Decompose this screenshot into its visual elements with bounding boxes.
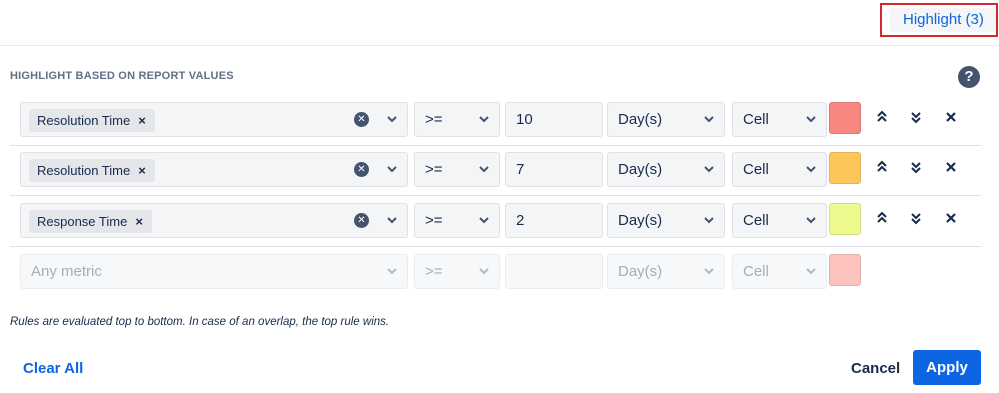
chevron-down-icon [805, 213, 817, 227]
value-text: 2 [516, 212, 525, 229]
unit-select[interactable]: Day(s) [607, 203, 725, 238]
unit-select[interactable]: Day(s) [607, 152, 725, 187]
metric-chip: Response Time × [29, 210, 152, 233]
highlight-tab[interactable]: Highlight (3) [880, 3, 998, 37]
metric-chip-label: Resolution Time [37, 113, 131, 128]
chevron-down-icon [703, 162, 715, 176]
operator-select[interactable]: >= [414, 152, 500, 187]
operator-value: >= [425, 161, 443, 178]
move-down-icon[interactable] [908, 208, 924, 228]
new-value-input [505, 254, 603, 289]
remove-chip-icon[interactable]: × [135, 210, 143, 233]
value-text: 7 [516, 161, 525, 178]
chevron-down-icon [478, 213, 490, 227]
chevron-down-icon [478, 162, 490, 176]
scope-value: Cell [743, 212, 769, 229]
move-up-icon[interactable] [874, 208, 890, 228]
metric-chip-label: Resolution Time [37, 163, 131, 178]
metric-select[interactable]: Response Time × ✕ [20, 203, 408, 238]
color-swatch[interactable] [829, 203, 861, 235]
clear-icon[interactable]: ✕ [354, 162, 369, 177]
delete-rule-icon[interactable] [943, 157, 959, 177]
scope-value: Cell [743, 111, 769, 128]
scope-value: Cell [743, 161, 769, 178]
chevron-down-icon [478, 264, 490, 278]
question-circle-icon[interactable]: ? [958, 66, 980, 88]
new-unit-select: Day(s) [607, 254, 725, 289]
evaluation-note: Rules are evaluated top to bottom. In ca… [10, 316, 390, 328]
chevron-down-icon [386, 112, 398, 126]
move-down-icon[interactable] [908, 107, 924, 127]
delete-rule-icon[interactable] [943, 107, 959, 127]
chevron-down-icon [386, 162, 398, 176]
value-input[interactable]: 7 [505, 152, 603, 187]
value-text: 10 [516, 111, 533, 128]
unit-select[interactable]: Day(s) [607, 102, 725, 137]
highlight-tab-label: Highlight (3) [903, 11, 984, 28]
chevron-down-icon [703, 112, 715, 126]
chevron-down-icon [805, 112, 817, 126]
move-down-icon[interactable] [908, 157, 924, 177]
unit-value: Day(s) [618, 212, 663, 229]
cancel-button[interactable]: Cancel [851, 360, 900, 377]
new-rule-row: Any metric >= Day(s) Cell [10, 248, 981, 298]
rule-row: Resolution Time × ✕ >= 10 Day(s) Cell [10, 96, 981, 146]
section-title: HIGHLIGHT BASED ON REPORT VALUES [10, 70, 234, 82]
chevron-down-icon [805, 264, 817, 278]
remove-chip-icon[interactable]: × [138, 159, 146, 182]
new-operator-select: >= [414, 254, 500, 289]
operator-value: >= [425, 212, 443, 229]
new-color-swatch [829, 254, 861, 286]
move-up-icon[interactable] [874, 157, 890, 177]
move-up-icon[interactable] [874, 107, 890, 127]
scope-select[interactable]: Cell [732, 102, 827, 137]
metric-select[interactable]: Resolution Time × ✕ [20, 102, 408, 137]
color-swatch[interactable] [829, 102, 861, 134]
chevron-down-icon [386, 213, 398, 227]
new-metric-select[interactable]: Any metric [20, 254, 408, 289]
apply-button[interactable]: Apply [913, 350, 981, 385]
operator-select[interactable]: >= [414, 102, 500, 137]
unit-value: Day(s) [618, 161, 663, 178]
operator-select[interactable]: >= [414, 203, 500, 238]
rule-row: Response Time × ✕ >= 2 Day(s) Cell [10, 197, 981, 247]
metric-select[interactable]: Resolution Time × ✕ [20, 152, 408, 187]
metric-chip: Resolution Time × [29, 109, 155, 132]
delete-rule-icon[interactable] [943, 208, 959, 228]
metric-placeholder: Any metric [31, 263, 102, 280]
chevron-down-icon [386, 264, 398, 278]
chevron-down-icon [703, 264, 715, 278]
color-swatch[interactable] [829, 152, 861, 184]
new-scope-select: Cell [732, 254, 827, 289]
operator-value: >= [425, 111, 443, 128]
metric-chip-label: Response Time [37, 214, 128, 229]
top-bar: Highlight (3) [0, 0, 999, 46]
scope-value: Cell [743, 263, 769, 280]
clear-all-button[interactable]: Clear All [23, 360, 83, 377]
clear-icon[interactable]: ✕ [354, 213, 369, 228]
rule-row: Resolution Time × ✕ >= 7 Day(s) Cell [10, 146, 981, 196]
chevron-down-icon [478, 112, 490, 126]
chevron-down-icon [805, 162, 817, 176]
unit-value: Day(s) [618, 111, 663, 128]
value-input[interactable]: 2 [505, 203, 603, 238]
remove-chip-icon[interactable]: × [138, 109, 146, 132]
metric-chip: Resolution Time × [29, 159, 155, 182]
chevron-down-icon [703, 213, 715, 227]
unit-value: Day(s) [618, 263, 663, 280]
value-input[interactable]: 10 [505, 102, 603, 137]
scope-select[interactable]: Cell [732, 152, 827, 187]
clear-icon[interactable]: ✕ [354, 112, 369, 127]
operator-value: >= [425, 263, 443, 280]
scope-select[interactable]: Cell [732, 203, 827, 238]
